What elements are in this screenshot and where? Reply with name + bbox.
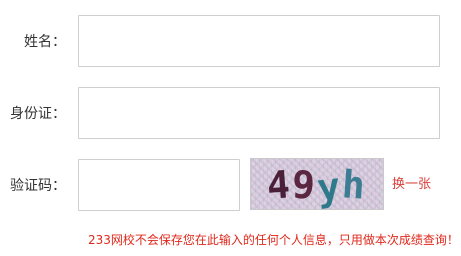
captcha-text: 49yh xyxy=(251,162,383,209)
privacy-notice: 233网校不会保存您在此输入的任何个人信息，只用做本次成绩查询！ xyxy=(88,233,459,247)
id-number-input[interactable] xyxy=(78,87,440,139)
name-input[interactable] xyxy=(78,15,440,67)
captcha-char: 9 xyxy=(290,162,319,208)
captcha-char: 4 xyxy=(265,162,294,208)
captcha-image[interactable]: 49yh xyxy=(250,158,384,210)
captcha-label: 验证码： xyxy=(10,178,66,194)
captcha-char: h xyxy=(340,162,369,208)
refresh-captcha-link[interactable]: 换一张 xyxy=(392,177,431,193)
id-number-label: 身份证： xyxy=(10,106,66,122)
name-label: 姓名： xyxy=(24,34,66,50)
captcha-input[interactable] xyxy=(78,159,240,211)
